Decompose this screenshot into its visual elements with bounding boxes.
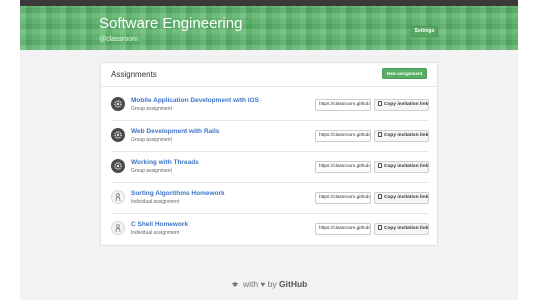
settings-button[interactable]: Settings <box>411 26 438 37</box>
footer: with ♥ by GitHub <box>20 279 518 289</box>
person-icon <box>115 224 121 233</box>
organization-banner: Software Engineering @classroom Settings <box>20 6 518 50</box>
heart-icon: ♥ <box>260 280 266 289</box>
assignment-title-link[interactable]: Web Development with Rails <box>131 128 219 135</box>
group-avatar <box>111 97 125 111</box>
clipboard-icon <box>378 193 382 199</box>
gear-icon <box>114 131 122 139</box>
clipboard-icon <box>378 100 382 106</box>
assignment-title-link[interactable]: Working with Threads <box>131 159 199 166</box>
copy-invitation-link-button[interactable]: Copy invitation link <box>374 192 429 204</box>
gear-icon <box>114 100 122 108</box>
copy-label: Copy invitation link <box>384 195 429 200</box>
assignment-title-link[interactable]: Sorting Algorithms Homework <box>131 190 225 197</box>
copy-label: Copy invitation link <box>384 164 429 169</box>
invitation-url-field[interactable]: https://classroom.github.com <box>315 130 371 142</box>
assignment-type: Individual assignment <box>131 199 180 205</box>
assignment-type: Individual assignment <box>131 230 180 236</box>
gear-icon <box>114 162 122 170</box>
group-avatar <box>111 159 125 173</box>
assignment-row: Working with Threads Group assignment ht… <box>111 152 429 182</box>
new-assignment-button[interactable]: New assignment <box>382 68 427 79</box>
clipboard-icon <box>378 224 382 230</box>
clipboard-icon <box>378 162 382 168</box>
copy-invitation-link-button[interactable]: Copy invitation link <box>374 99 429 111</box>
copy-label: Copy invitation link <box>384 133 429 138</box>
organization-title: Software Engineering <box>99 15 243 32</box>
assignments-panel-header: Assignments New assignment <box>101 63 437 87</box>
individual-avatar <box>111 221 125 235</box>
copy-invitation-link-button[interactable]: Copy invitation link <box>374 161 429 173</box>
github-link[interactable]: GitHub <box>279 279 307 289</box>
invitation-url-field[interactable]: https://classroom.github.com <box>315 223 371 235</box>
copy-label: Copy invitation link <box>384 102 429 107</box>
assignment-type: Group assignment <box>131 168 172 174</box>
invitation-url-field[interactable]: https://classroom.github.com <box>315 99 371 111</box>
footer-with-text: with <box>243 279 259 289</box>
assignment-type: Group assignment <box>131 106 172 112</box>
clipboard-icon <box>378 131 382 137</box>
group-avatar <box>111 128 125 142</box>
invitation-url-field[interactable]: https://classroom.github.com <box>315 161 371 173</box>
copy-label: Copy invitation link <box>384 226 429 231</box>
assignment-title-link[interactable]: Mobile Application Development with iOS <box>131 97 259 104</box>
app-window: Software Engineering @classroom Settings… <box>20 0 518 300</box>
assignment-title-link[interactable]: C Shell Homework <box>131 221 188 228</box>
copy-invitation-link-button[interactable]: Copy invitation link <box>374 130 429 142</box>
assignments-panel: Assignments New assignment Mobile Applic… <box>100 62 438 246</box>
copy-invitation-link-button[interactable]: Copy invitation link <box>374 223 429 235</box>
person-icon <box>115 193 121 202</box>
individual-avatar <box>111 190 125 204</box>
organization-handle[interactable]: @classroom <box>99 36 138 43</box>
assignment-row: C Shell Homework Individual assignment h… <box>111 214 429 244</box>
assignment-row: Sorting Algorithms Homework Individual a… <box>111 183 429 213</box>
invitation-url-field[interactable]: https://classroom.github.com <box>315 192 371 204</box>
assignments-title: Assignments <box>111 70 157 79</box>
assignment-row: Mobile Application Development with iOS … <box>111 90 429 120</box>
assignment-type: Group assignment <box>131 137 172 143</box>
assignment-row: Web Development with Rails Group assignm… <box>111 121 429 151</box>
footer-by-text: by <box>267 279 277 289</box>
graduation-cap-icon <box>231 282 238 287</box>
